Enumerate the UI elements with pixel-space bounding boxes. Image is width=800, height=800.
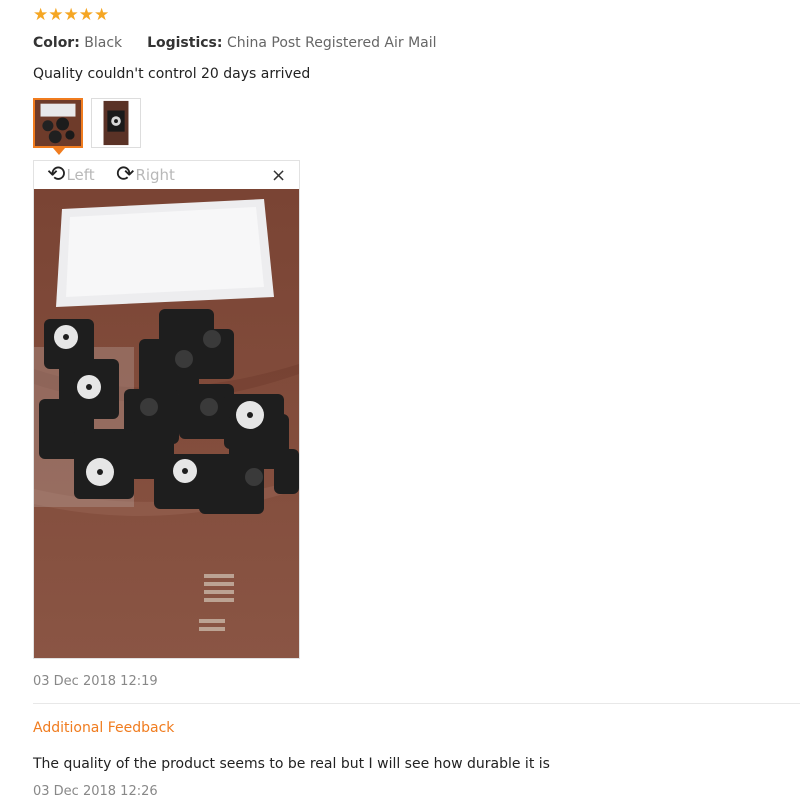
additional-feedback-date: 03 Dec 2018 12:26	[33, 784, 158, 799]
divider	[33, 703, 800, 704]
rotate-left-button[interactable]: ⟲ Left	[47, 163, 95, 187]
review-photo-thumbnail-2[interactable]	[91, 98, 141, 148]
additional-feedback-title: Additional Feedback	[33, 720, 175, 736]
review-photo-thumbnail-1[interactable]	[33, 98, 83, 148]
review-date: 03 Dec 2018 12:19	[33, 674, 158, 689]
review-photo-image	[34, 189, 299, 658]
photo-thumbnail-image	[35, 100, 81, 146]
review-photo-large	[34, 189, 299, 658]
rotate-left-label: Left	[66, 166, 95, 184]
close-icon[interactable]: ×	[271, 165, 286, 186]
rotate-right-label: Right	[135, 166, 175, 184]
rating-stars: ★★★★★	[33, 5, 110, 25]
color-label: Color:	[33, 35, 80, 51]
logistics-label: Logistics:	[147, 35, 223, 51]
photo-thumbnail-image	[92, 99, 140, 147]
photo-viewer: ⟲ Left ⟳ Right ×	[33, 160, 300, 659]
order-attributes: Color: Black Logistics: China Post Regis…	[33, 35, 437, 51]
photo-viewer-toolbar: ⟲ Left ⟳ Right ×	[34, 161, 299, 189]
additional-feedback-text: The quality of the product seems to be r…	[33, 756, 550, 772]
thumbnail-selection-pointer	[53, 148, 65, 155]
rotate-right-button[interactable]: ⟳ Right	[116, 163, 175, 187]
rotate-left-icon: ⟲	[47, 162, 66, 187]
logistics-value: China Post Registered Air Mail	[226, 35, 437, 51]
review-text: Quality couldn't control 20 days arrived	[33, 66, 311, 82]
color-value: Black	[84, 35, 123, 51]
rotate-right-icon: ⟳	[116, 162, 135, 187]
